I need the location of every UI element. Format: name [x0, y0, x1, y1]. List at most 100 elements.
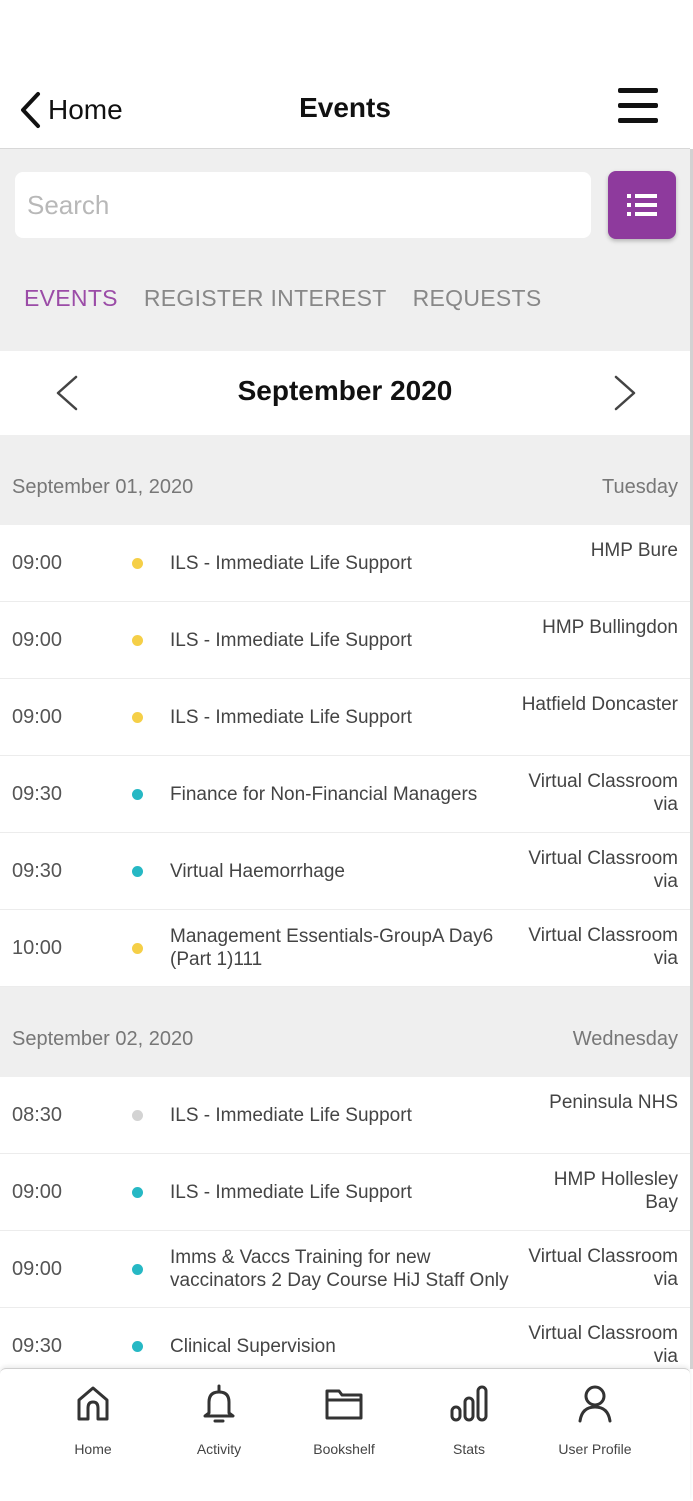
- event-title-cell: Finance for Non-Financial Managers: [170, 756, 530, 832]
- bell-icon: [203, 1384, 235, 1423]
- home-icon: [77, 1386, 109, 1421]
- day-header: September 01, 2020 Tuesday: [0, 435, 690, 525]
- top-nav-bar: Home Events: [0, 70, 690, 149]
- search-input[interactable]: [15, 172, 591, 238]
- status-dot-icon: [132, 789, 143, 800]
- event-title: ILS - Immediate Life Support: [170, 1104, 412, 1126]
- nav-bookshelf-label: Bookshelf: [313, 1441, 375, 1457]
- day-date: September 02, 2020: [12, 1028, 194, 1050]
- next-month-button[interactable]: [610, 373, 640, 413]
- event-venue: Virtual Classroom via: [528, 771, 678, 815]
- status-dot-icon: [132, 712, 143, 723]
- status-dot-icon: [132, 635, 143, 646]
- status-dot-icon: [132, 1264, 143, 1275]
- month-label: September 2020: [237, 375, 453, 406]
- list-icon: [627, 194, 657, 216]
- nav-user-profile[interactable]: User Profile: [540, 1383, 650, 1473]
- event-venue: HMP Bullingdon: [542, 617, 678, 638]
- event-title: Clinical Supervision: [170, 1335, 336, 1357]
- nav-activity-label: Activity: [196, 1441, 242, 1457]
- menu-button[interactable]: [618, 88, 658, 128]
- event-title: ILS - Immediate Life Support: [170, 629, 412, 651]
- event-title-cell: ILS - Immediate Life Support: [170, 1154, 530, 1230]
- event-venue: Virtual Classroom via: [528, 1246, 678, 1290]
- event-title: Finance for Non-Financial Managers: [170, 783, 478, 805]
- event-venue: Virtual Classroom via: [528, 848, 678, 892]
- event-title-cell: ILS - Immediate Life Support: [170, 525, 530, 601]
- hamburger-icon-line: [618, 118, 658, 123]
- event-title: Virtual Haemorrhage: [170, 860, 345, 882]
- event-row[interactable]: 09:00 Imms & Vaccs Training for new vacci…: [0, 1231, 690, 1308]
- event-row[interactable]: 09:00 ILS - Immediate Life Support HMP Bul…: [0, 602, 690, 679]
- event-time: 09:00: [12, 551, 63, 574]
- event-title-cell: ILS - Immediate Life Support: [170, 602, 530, 678]
- event-time: 08:30: [12, 1103, 63, 1126]
- event-row[interactable]: 09:30 Finance for Non-Financial Managers V…: [0, 756, 690, 833]
- month-selector: September 2020: [0, 351, 690, 435]
- event-title: ILS - Immediate Life Support: [170, 706, 412, 728]
- event-list: September 01, 2020 Tuesday 09:00 ILS - Imme…: [0, 435, 690, 1385]
- chevron-right-icon: [614, 375, 636, 411]
- event-row[interactable]: 08:30 ILS - Immediate Life Support Peninsu…: [0, 1077, 690, 1154]
- status-dot-icon: [132, 943, 143, 954]
- nav-stats[interactable]: Stats: [414, 1383, 524, 1473]
- event-row[interactable]: 09:00 ILS - Immediate Life Support HMP Hol…: [0, 1154, 690, 1231]
- nav-bookshelf[interactable]: Bookshelf: [289, 1383, 399, 1473]
- event-row[interactable]: 09:30 Virtual Haemorrhage Virtual Classroo…: [0, 833, 690, 910]
- event-time: 10:00: [12, 936, 63, 959]
- event-time: 09:00: [12, 705, 63, 728]
- tab-register-interest[interactable]: REGISTER INTEREST: [144, 285, 387, 312]
- filter-area: EVENTS REGISTER INTEREST REQUESTS: [0, 149, 690, 351]
- previous-month-button[interactable]: [52, 373, 82, 413]
- tab-bar: EVENTS REGISTER INTEREST REQUESTS: [24, 285, 542, 312]
- event-title: ILS - Immediate Life Support: [170, 1181, 412, 1203]
- event-time: 09:00: [12, 628, 63, 651]
- hamburger-icon: [618, 88, 658, 93]
- event-title-cell: Management Essentials-GroupA Day6 (Part …: [170, 910, 530, 986]
- day-weekday: Wednesday: [572, 1028, 678, 1050]
- event-time: 09:30: [12, 782, 63, 805]
- list-view-button[interactable]: [608, 171, 676, 239]
- event-row[interactable]: 10:00 Management Essentials-GroupA Day6 (…: [0, 910, 690, 987]
- nav-home-label: Home: [74, 1441, 112, 1457]
- status-dot-icon: [132, 866, 143, 877]
- bottom-nav-bar: Home Activity Bookshelf Stats User Profi…: [0, 1368, 690, 1501]
- back-label: Home: [48, 94, 123, 125]
- event-row[interactable]: 09:00 ILS - Immediate Life Support HMP Bur…: [0, 525, 690, 602]
- day-date: September 01, 2020: [12, 476, 194, 498]
- event-title-cell: Imms & Vaccs Training for new vaccinator…: [170, 1231, 530, 1307]
- user-icon: [578, 1385, 612, 1423]
- event-time: 09:30: [12, 859, 63, 882]
- day-weekday: Tuesday: [602, 476, 678, 498]
- nav-home[interactable]: Home: [38, 1383, 148, 1473]
- day-header: September 02, 2020 Wednesday: [0, 987, 690, 1077]
- nav-stats-label: Stats: [453, 1441, 485, 1457]
- event-venue: HMP Hollesley Bay: [553, 1169, 678, 1213]
- event-title-cell: Virtual Haemorrhage: [170, 833, 530, 909]
- status-dot-icon: [132, 558, 143, 569]
- event-title: ILS - Immediate Life Support: [170, 552, 412, 574]
- tab-events[interactable]: EVENTS: [24, 285, 118, 312]
- event-time: 09:00: [12, 1180, 63, 1203]
- chevron-left-icon: [21, 92, 40, 128]
- event-venue: Peninsula NHS: [549, 1092, 678, 1113]
- nav-activity[interactable]: Activity: [164, 1383, 274, 1473]
- folder-icon: [325, 1389, 363, 1420]
- back-button[interactable]: Home: [18, 90, 123, 130]
- event-venue: Virtual Classroom via: [528, 1323, 678, 1367]
- event-title: Imms & Vaccs Training for new vaccinator…: [170, 1247, 509, 1291]
- event-title: Management Essentials-GroupA Day6 (Part …: [170, 926, 494, 970]
- tab-requests[interactable]: REQUESTS: [413, 285, 542, 312]
- nav-user-profile-label: User Profile: [558, 1441, 632, 1457]
- hamburger-icon-line: [618, 103, 658, 108]
- event-row[interactable]: 09:00 ILS - Immediate Life Support Hatfiel…: [0, 679, 690, 756]
- stats-icon: [450, 1385, 488, 1422]
- chevron-left-icon: [56, 375, 78, 411]
- status-dot-icon: [132, 1341, 143, 1352]
- event-venue: Virtual Classroom via: [528, 925, 678, 969]
- event-title-cell: ILS - Immediate Life Support: [170, 679, 530, 755]
- event-venue: HMP Bure: [590, 540, 678, 561]
- event-venue: Hatfield Doncaster: [521, 694, 678, 715]
- status-dot-icon: [132, 1187, 143, 1198]
- status-dot-icon: [132, 1110, 143, 1121]
